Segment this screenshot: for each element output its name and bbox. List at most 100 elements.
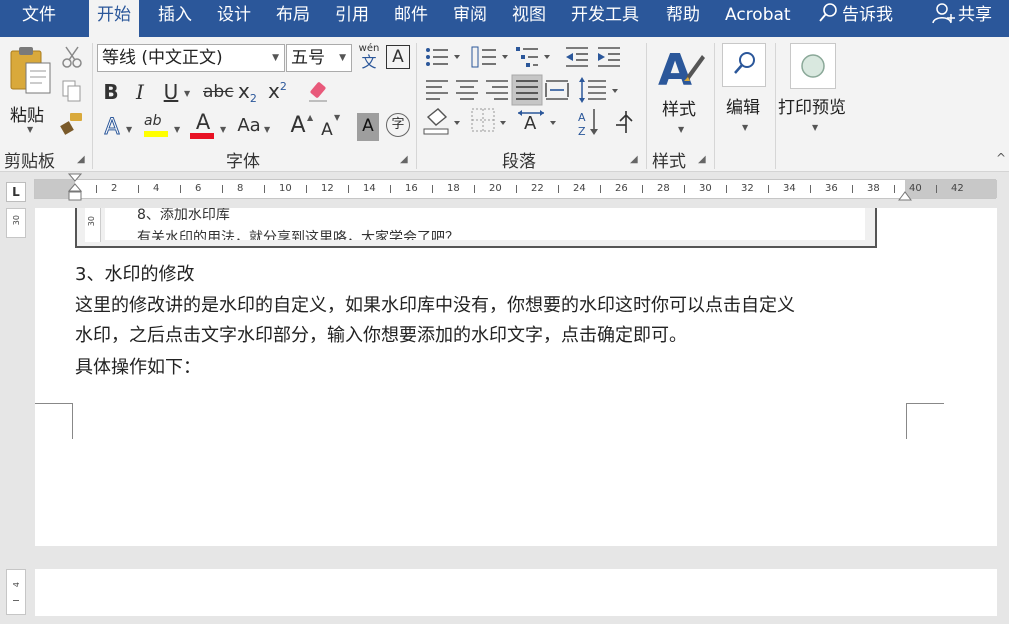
- tab-review[interactable]: 审阅: [453, 0, 487, 33]
- ruler-tick-label: 28: [657, 183, 670, 194]
- tab-acrobat[interactable]: Acrobat: [725, 0, 791, 33]
- group-divider: [646, 43, 647, 169]
- document-page[interactable]: 30 8、添加水印库 有关水印的用法，就分享到这里咯，大家学会了吧？ 3、水印的…: [35, 208, 997, 546]
- embedded-screenshot: 30 8、添加水印库 有关水印的用法，就分享到这里咯，大家学会了吧？: [75, 208, 877, 248]
- font-name-combo[interactable]: 等线 (中文正文) ▼: [97, 44, 285, 72]
- vertical-ruler[interactable]: 30 4: [6, 208, 26, 616]
- format-painter-button[interactable]: [60, 111, 84, 139]
- ruler-tick-mark: [96, 185, 97, 193]
- share-label: 共享: [958, 5, 992, 25]
- document-page-next[interactable]: [35, 569, 997, 616]
- doc-heading: 3、水印的修改: [75, 264, 195, 285]
- print-preview-label: 打印预览: [778, 98, 846, 118]
- ruler-tick-label: 16: [405, 183, 418, 194]
- tab-help[interactable]: 帮助: [666, 0, 700, 33]
- subscript-button[interactable]: x2: [238, 79, 264, 107]
- superscript-digit: 2: [279, 80, 287, 93]
- increase-indent-icon: [598, 47, 620, 67]
- dialog-launcher-icon[interactable]: ◢: [630, 154, 638, 165]
- ruler-tick-mark: [768, 185, 769, 193]
- ruler-tick-label: 14: [363, 183, 376, 194]
- ruler-tick-mark: [894, 185, 895, 193]
- enclose-characters-button[interactable]: 字: [386, 113, 410, 137]
- font-color-button[interactable]: A: [190, 111, 216, 143]
- strikethrough-button[interactable]: abc: [203, 79, 234, 107]
- superscript-button[interactable]: x2: [268, 79, 294, 107]
- group-divider: [92, 43, 93, 169]
- tab-developer[interactable]: 开发工具: [571, 0, 639, 33]
- paste-button[interactable]: 粘贴 ▼: [8, 45, 56, 135]
- chevron-down-icon[interactable]: ▼: [339, 45, 346, 71]
- circle-icon: [801, 54, 825, 78]
- editing-label: 编辑: [726, 98, 760, 118]
- indent-marker-icon[interactable]: [68, 173, 82, 207]
- horizontal-ruler-row: L 2 4 6 8 10 12 14 16 18 20 22 24 26 28 30 32 34 36 38 40 42: [0, 172, 1009, 208]
- tab-view[interactable]: 视图: [512, 0, 546, 33]
- change-case-button[interactable]: Aa: [234, 113, 264, 141]
- ruler-tick-mark: [390, 185, 391, 193]
- sort-icon: A Z: [578, 109, 598, 138]
- clear-formatting-button[interactable]: [306, 79, 330, 107]
- copy-button[interactable]: [60, 79, 84, 107]
- copy-icon: [62, 80, 81, 102]
- chevron-down-icon[interactable]: ▼: [264, 125, 270, 134]
- doc-paragraph-line: 这里的修改讲的是水印的自定义，如果水印库中没有，你想要的水印这时你可以点击自定义: [75, 295, 795, 316]
- phonetic-bottom-text: 文: [361, 53, 377, 71]
- ruler-tick-label: 18: [447, 183, 460, 194]
- tab-file[interactable]: 文件: [22, 0, 56, 33]
- clipboard-paste-icon: [10, 47, 51, 94]
- share-button[interactable]: 共享: [932, 0, 992, 33]
- styles-gallery-button[interactable]: A 样式 ▼: [656, 43, 708, 139]
- dialog-launcher-icon[interactable]: ◢: [77, 154, 85, 165]
- tab-mailings[interactable]: 邮件: [394, 0, 428, 33]
- grow-font-button[interactable]: A: [288, 113, 308, 141]
- vertical-ruler-bottom-segment: 4: [6, 569, 26, 615]
- borders-icon: [471, 108, 495, 132]
- font-size-combo[interactable]: 五号 ▼: [286, 44, 352, 72]
- tab-layout[interactable]: 布局: [276, 0, 310, 33]
- embedded-line: 8、添加水印库: [137, 208, 230, 223]
- ruler-tick-label: 42: [951, 183, 964, 194]
- vertical-ruler-tick: [13, 600, 19, 601]
- ruler-tick-mark: [222, 185, 223, 193]
- character-border-button[interactable]: A: [386, 45, 410, 69]
- font-size-value: 五号: [291, 48, 325, 68]
- cut-button[interactable]: [60, 45, 84, 73]
- chevron-down-icon[interactable]: ▼: [174, 125, 180, 134]
- print-preview-button[interactable]: 打印预览 ▼: [778, 41, 852, 137]
- ruler-tick-mark: [180, 185, 181, 193]
- dialog-launcher-icon[interactable]: ◢: [698, 154, 706, 165]
- chevron-down-icon[interactable]: ▼: [184, 89, 190, 98]
- tab-insert[interactable]: 插入: [158, 0, 192, 33]
- asian-layout-icon: A: [518, 110, 544, 134]
- right-indent-marker-icon[interactable]: [898, 189, 912, 201]
- svg-text:A: A: [578, 111, 586, 124]
- tab-design[interactable]: 设计: [217, 0, 251, 33]
- highlight-button[interactable]: ab: [144, 113, 170, 143]
- chevron-down-icon: [550, 121, 556, 125]
- dialog-launcher-icon[interactable]: ◢: [400, 154, 408, 165]
- tab-home[interactable]: 开始: [89, 0, 139, 37]
- tell-me-search[interactable]: 告诉我: [818, 0, 893, 33]
- underline-button[interactable]: U: [160, 79, 182, 107]
- chevron-down-icon[interactable]: ▼: [220, 125, 226, 134]
- bold-button[interactable]: B: [101, 79, 121, 107]
- paragraph-group-label: 段落: [502, 152, 536, 172]
- caret-up-icon: ▲: [307, 113, 314, 122]
- chevron-down-icon[interactable]: ▼: [126, 125, 132, 134]
- chevron-down-icon: [500, 121, 506, 125]
- tab-selector[interactable]: L: [6, 182, 26, 202]
- character-shading-button[interactable]: A: [357, 113, 379, 141]
- ruler-tick-mark: [600, 185, 601, 193]
- phonetic-guide-button[interactable]: wén 文: [357, 43, 381, 73]
- doc-paragraph-line: 具体操作如下：: [75, 357, 201, 378]
- horizontal-ruler[interactable]: 2 4 6 8 10 12 14 16 18 20 22 24 26 28 30 32 34 36 38 40 42: [34, 173, 997, 201]
- collapse-ribbon-icon[interactable]: ^: [996, 151, 1006, 165]
- chevron-down-icon[interactable]: ▼: [272, 45, 279, 71]
- chevron-down-icon: ▼: [742, 123, 749, 132]
- ruler-tick-mark: [264, 185, 265, 193]
- tab-references[interactable]: 引用: [335, 0, 369, 33]
- editing-button[interactable]: 编辑 ▼: [720, 41, 770, 137]
- italic-button[interactable]: I: [130, 79, 150, 107]
- text-effects-button[interactable]: A: [100, 115, 124, 143]
